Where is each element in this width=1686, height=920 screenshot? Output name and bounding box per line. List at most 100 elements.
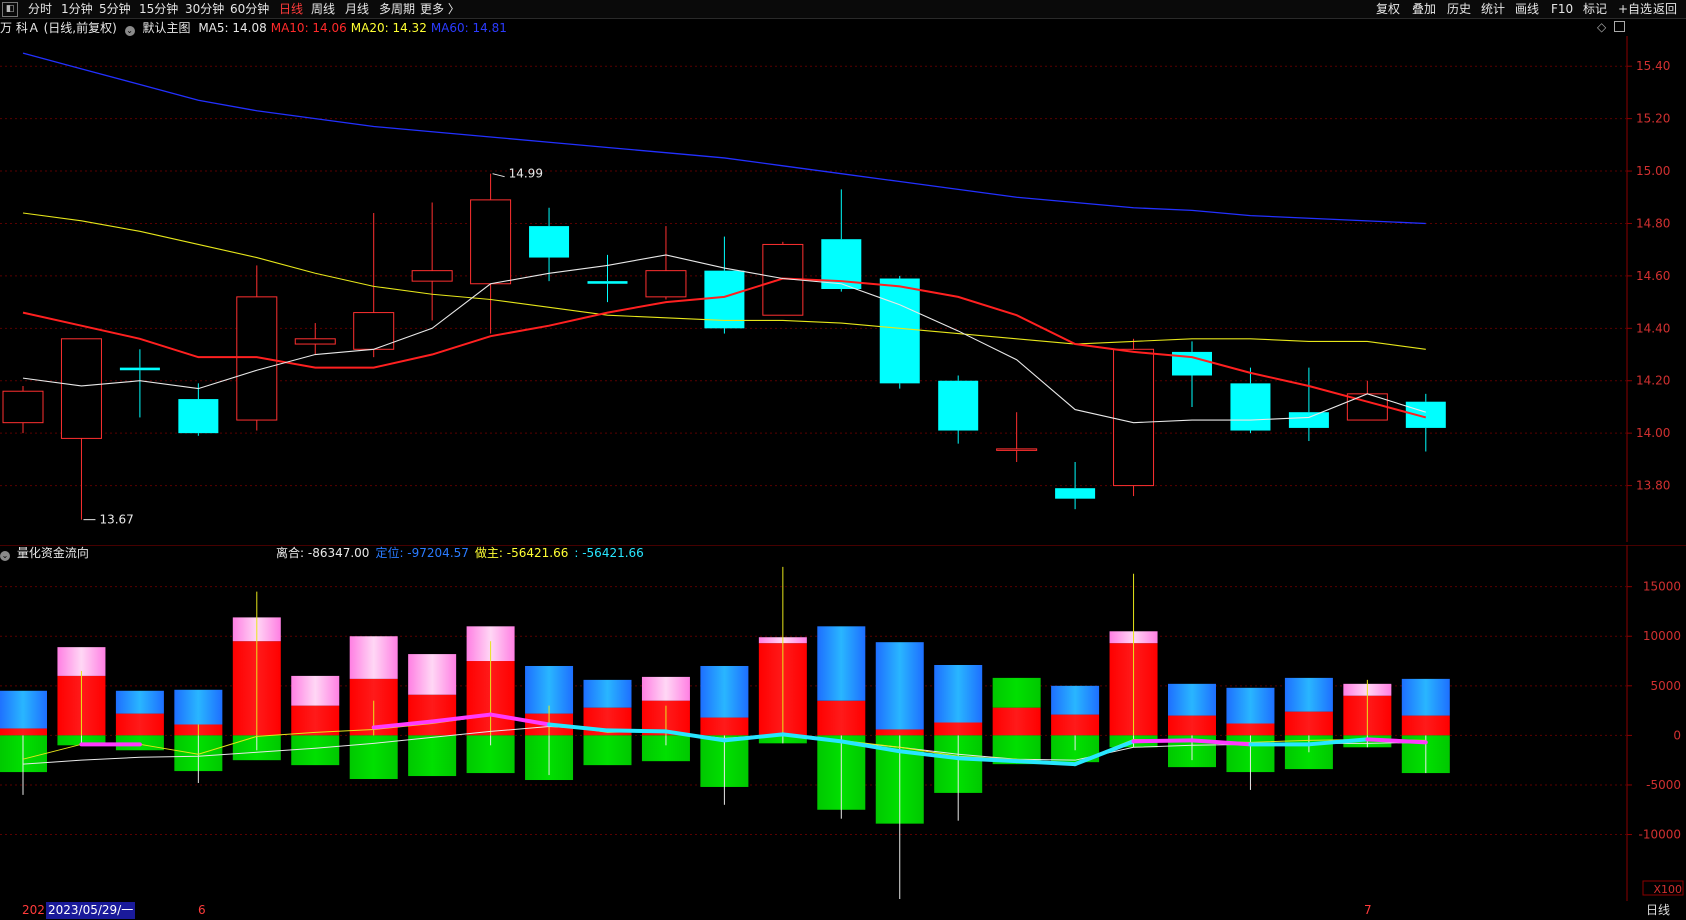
- flow-bar-red: [115, 713, 164, 736]
- period-tab-0[interactable]: 分时: [28, 1, 52, 17]
- flow-bar-blue: [174, 689, 223, 725]
- candle-body: [1288, 412, 1329, 428]
- ma-label-1: MA10: 14.06: [270, 21, 347, 35]
- flow-bar-blue: [1168, 683, 1216, 716]
- main-chart-infobar: 万 科Ａ (日线,前复权) ⌄ 默认主图 MA5: 14.08 MA10: 14.…: [0, 20, 515, 36]
- stock-title[interactable]: 万 科Ａ (日线,前复权): [0, 21, 117, 35]
- y-tick-label: 5000: [1650, 679, 1681, 693]
- period-tab-2[interactable]: 5分钟: [99, 1, 131, 17]
- chevron-down-icon[interactable]: ⌄: [124, 26, 135, 36]
- y-tick-label: -5000: [1646, 778, 1681, 792]
- cursor-date: 2023/05/29/一: [46, 902, 136, 919]
- fund-flow-chart[interactable]: 15000 10000 5000 0 -5000 -10000 X100: [0, 545, 1686, 901]
- candle-body: [2, 390, 44, 424]
- flow-bar-blue: [1226, 687, 1275, 724]
- period-label: 日线: [1646, 903, 1671, 917]
- flow-bar-green: [408, 735, 457, 777]
- toolbar-btn-7[interactable]: +自选: [1618, 1, 1652, 17]
- flow-bar-red: [1051, 714, 1100, 736]
- y-tick-label: 14.20: [1636, 374, 1670, 388]
- flow-bar-pink: [641, 676, 690, 701]
- month-mark-6: 6: [198, 903, 206, 917]
- candle-body: [178, 399, 219, 434]
- candle-body: [529, 226, 570, 258]
- toolbar-btn-5[interactable]: F10: [1551, 1, 1573, 17]
- flow-line-thick: [605, 728, 668, 734]
- y-tick-label: 14.80: [1636, 216, 1670, 230]
- flow-bar-blue: [700, 665, 749, 718]
- flow-bar-red: [1168, 715, 1216, 736]
- flow-bar-pink: [408, 654, 457, 695]
- y-tick-label: -10000: [1638, 828, 1681, 842]
- ma60-line: [22, 52, 1426, 225]
- flow-bar-blue: [817, 626, 866, 701]
- panel-toggle-icon[interactable]: ◧: [2, 2, 18, 17]
- period-tab-6[interactable]: 日线: [279, 1, 303, 17]
- unit-label: X100: [1653, 883, 1682, 896]
- toolbar-btn-4[interactable]: 画线: [1515, 1, 1539, 17]
- flow-bar-blue: [875, 642, 924, 730]
- period-tab-8[interactable]: 月线: [345, 1, 369, 17]
- candle-body: [411, 270, 453, 282]
- period-tab-3[interactable]: 15分钟: [139, 1, 178, 17]
- y-tick-label: 15.40: [1636, 59, 1670, 73]
- candle-body: [119, 367, 160, 371]
- flow-bar-blue: [583, 679, 632, 708]
- date-axis-bar: 202 2023/05/29/一 6 7 日线: [0, 901, 1686, 920]
- candle-body: [294, 338, 336, 345]
- template-label[interactable]: 默认主图: [142, 21, 190, 35]
- month-mark-7: 7: [1364, 903, 1372, 917]
- arrow-line: [492, 173, 505, 178]
- ma-label-0: MA5: 14.08: [198, 21, 267, 35]
- y-tick-label: 10000: [1643, 629, 1681, 643]
- y-tick-label: 15000: [1643, 580, 1681, 594]
- period-tab-5[interactable]: 60分钟: [230, 1, 269, 17]
- flow-bar-blue: [0, 690, 47, 729]
- candle-body: [996, 448, 1038, 451]
- period-toolbar: ◧ 分时 1分钟 5分钟 15分钟 30分钟 60分钟 日线 周线 月线 多周期 更多 〉 复权 叠加…: [0, 0, 1686, 19]
- flow-bar-green: [583, 735, 632, 766]
- y-tick-label: 14.40: [1636, 321, 1670, 335]
- flow-bar-red: [817, 700, 866, 736]
- flow-bar-blue: [115, 690, 164, 714]
- toolbar-btn-2[interactable]: 历史: [1447, 1, 1471, 17]
- candle-body: [1055, 488, 1096, 499]
- flow-bar-green: [291, 735, 340, 766]
- candle-body: [1113, 348, 1155, 487]
- toolbar-btn-3[interactable]: 统计: [1481, 1, 1505, 17]
- candle-body: [645, 270, 687, 298]
- y-tick-label: 0: [1673, 728, 1681, 742]
- period-tab-9[interactable]: 多周期: [379, 1, 415, 17]
- flow-bar-red: [875, 729, 924, 736]
- toolbar-btn-1[interactable]: 叠加: [1412, 1, 1436, 17]
- flow-bar-red: [291, 705, 340, 736]
- window-icon[interactable]: [1614, 21, 1625, 32]
- period-tab-7[interactable]: 周线: [311, 1, 335, 17]
- period-tab-1[interactable]: 1分钟: [61, 1, 93, 17]
- candle-body: [470, 199, 512, 285]
- flow-bar-red: [0, 728, 47, 736]
- flow-bar-red: [408, 694, 457, 736]
- flow-bar-red: [700, 717, 749, 736]
- candle-body: [1405, 401, 1446, 428]
- candle-body: [60, 338, 102, 439]
- toolbar-btn-8[interactable]: 返回: [1653, 1, 1677, 17]
- period-tab-4[interactable]: 30分钟: [185, 1, 224, 17]
- y-tick-label: 14.00: [1636, 426, 1670, 440]
- y-tick-label: 14.60: [1636, 269, 1670, 283]
- flow-bar-blue: [1051, 685, 1100, 715]
- flow-bar-blue: [1284, 677, 1333, 712]
- toolbar-btn-6[interactable]: 标记: [1583, 1, 1607, 17]
- candlestick-chart[interactable]: 15.40 15.20 15.00 14.80 14.60 14.40 14.20 14.00…: [0, 36, 1686, 542]
- period-tab-10[interactable]: 更多 〉: [420, 1, 460, 17]
- toolbar-btn-0[interactable]: 复权: [1376, 1, 1400, 17]
- date-prefix: 202: [22, 903, 45, 917]
- y-tick-label: 15.00: [1636, 164, 1670, 178]
- flow-bar-red: [934, 722, 983, 736]
- ma-label-3: MA60: 14.81: [430, 21, 507, 35]
- flow-bar-pink: [291, 675, 340, 706]
- flow-bar-red: [992, 707, 1041, 736]
- flow-bar-red: [1401, 715, 1450, 736]
- high-price-label: 14.99: [509, 167, 543, 181]
- diamond-icon[interactable]: ◇: [1597, 20, 1606, 34]
